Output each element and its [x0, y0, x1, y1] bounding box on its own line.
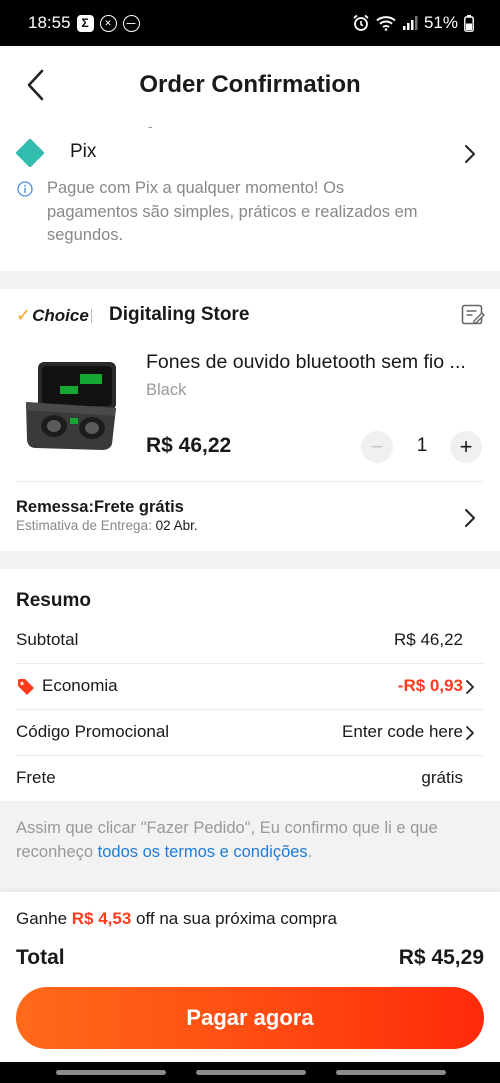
- divider: [16, 663, 484, 664]
- choice-badge-label: Choice: [32, 305, 89, 325]
- info-icon: [17, 181, 33, 197]
- price-tag-icon: [18, 679, 34, 695]
- alarm-icon: [353, 14, 369, 31]
- product-variant: Black: [146, 381, 187, 399]
- badge-separator: [91, 309, 92, 323]
- page-title: Order Confirmation: [139, 71, 361, 98]
- savings-value[interactable]: -R$ 0,93: [398, 676, 463, 696]
- plus-icon: +: [459, 434, 473, 459]
- wifi-icon: [376, 16, 396, 31]
- signal-icon: [402, 16, 418, 30]
- reward-amount: R$ 4,53: [71, 909, 132, 928]
- terms-notice: Assim que clicar "Fazer Pedido", Eu conf…: [16, 817, 476, 864]
- system-nav-bar: [0, 1062, 500, 1083]
- divider: [16, 755, 484, 756]
- edit-note-icon[interactable]: [461, 304, 485, 326]
- total-label: Total: [16, 946, 65, 969]
- quantity-value: 1: [416, 435, 428, 456]
- terms-end: .: [307, 842, 313, 861]
- product-title[interactable]: Fones de ouvido bluetooth sem fio ...: [146, 351, 486, 374]
- subtotal-label: Subtotal: [16, 630, 79, 649]
- nav-back-button[interactable]: [336, 1070, 446, 1075]
- chevron-right-icon[interactable]: [465, 725, 475, 741]
- delivery-estimate-label: Estimativa de Entrega:: [16, 518, 152, 533]
- checkmark-icon: ✓: [16, 305, 32, 325]
- shipping-fee-value: grátis: [421, 768, 463, 787]
- reward-prefix: Ganhe: [16, 909, 72, 928]
- chevron-right-icon[interactable]: [464, 144, 476, 164]
- minus-icon: −: [370, 434, 384, 459]
- store-name[interactable]: Digitaling Store: [109, 304, 249, 326]
- x-circle-icon: ✕: [99, 14, 117, 32]
- nav-recent-button[interactable]: [56, 1070, 166, 1075]
- summary-title: Resumo: [16, 590, 91, 611]
- battery-icon: [464, 14, 474, 32]
- scroll-remnant: -: [148, 118, 153, 134]
- chevron-right-icon[interactable]: [465, 679, 475, 695]
- delivery-estimate-date: 02 Abr.: [155, 518, 198, 533]
- savings-label[interactable]: Economia: [42, 676, 118, 696]
- quantity-decrease-button[interactable]: −: [361, 431, 393, 463]
- product-image[interactable]: [20, 356, 122, 454]
- chevron-left-icon: [27, 69, 44, 101]
- reward-suffix: off na sua próxima compra: [131, 909, 337, 928]
- payment-note: Pague com Pix a qualquer momento! Os pag…: [47, 179, 418, 244]
- next-purchase-reward: Ganhe R$ 4,53 off na sua próxima compra: [16, 909, 337, 929]
- total-value: R$ 45,29: [398, 946, 484, 969]
- pay-now-button[interactable]: Pagar agora: [16, 987, 484, 1049]
- nav-home-button[interactable]: [196, 1070, 306, 1075]
- minus-circle-icon: —: [122, 14, 140, 32]
- back-button[interactable]: [20, 68, 50, 102]
- sigma-icon: Σ: [76, 14, 94, 32]
- promo-code-label: Código Promocional: [16, 722, 170, 741]
- subtotal-value: R$ 46,22: [394, 630, 463, 649]
- divider: [16, 481, 484, 482]
- quantity-increase-button[interactable]: +: [450, 431, 482, 463]
- delivery-estimate: Estimativa de Entrega: 02 Abr.: [16, 518, 198, 533]
- promo-code-input[interactable]: Enter code here: [342, 722, 463, 742]
- product-price: R$ 46,22: [146, 434, 232, 457]
- choice-badge: ✓ Choice: [16, 305, 89, 326]
- status-time: 18:55: [28, 13, 71, 32]
- divider: [16, 709, 484, 710]
- shipping-fee-label: Frete: [16, 768, 56, 787]
- battery-percent: 51%: [423, 13, 458, 32]
- app-header: Order Confirmation: [0, 46, 500, 124]
- status-bar: 18:55 Σ ✕ — 51%: [0, 0, 500, 46]
- pix-icon: [16, 139, 44, 167]
- chevron-right-icon[interactable]: [464, 508, 476, 528]
- terms-link[interactable]: todos os termos e condições: [98, 843, 308, 861]
- shipping-title[interactable]: Remessa:Frete grátis: [16, 498, 184, 517]
- payment-method-label: Pix: [70, 141, 97, 162]
